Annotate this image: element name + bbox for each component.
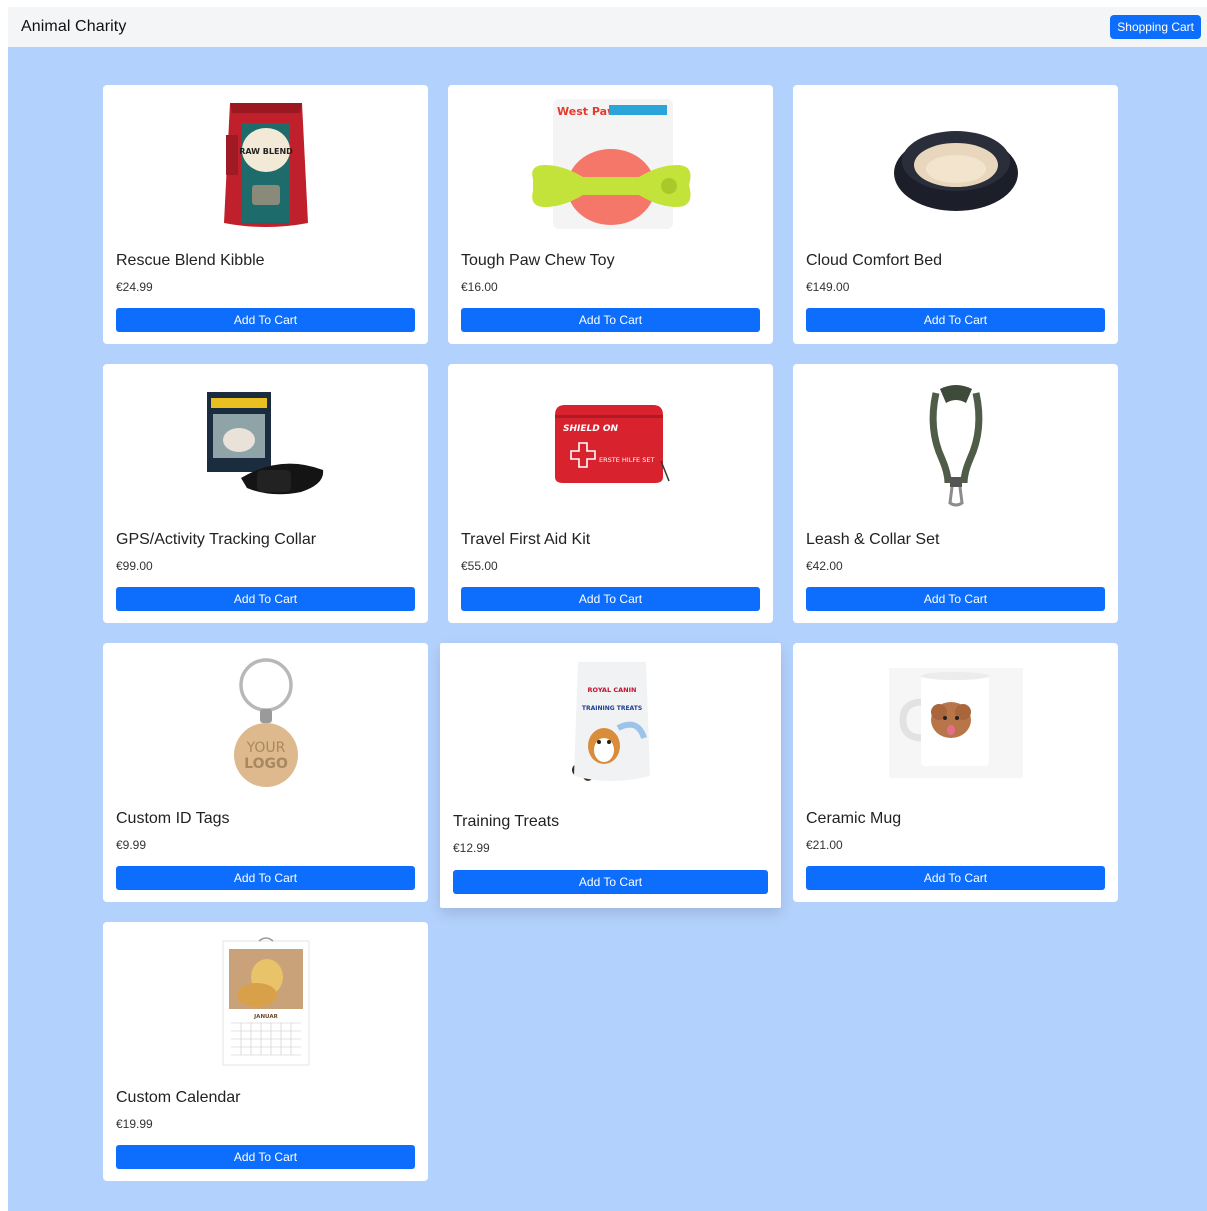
treats-brand-label: ROYAL CANIN [587,686,636,694]
kibble-label: RAW BLEND [239,147,293,156]
add-to-cart-button[interactable]: Add To Cart [806,866,1105,890]
first-aid-brand-label: SHIELD ON [563,424,619,434]
page-background: Animal Charity Shopping Cart RAW BLEND R… [8,7,1207,1211]
add-to-cart-button[interactable]: Add To Cart [116,308,415,332]
product-image [793,643,1118,803]
product-name: Travel First Aid Kit [461,531,591,548]
product-name: Custom Calendar [116,1089,241,1106]
product-image [793,85,1118,245]
add-to-cart-button[interactable]: Add To Cart [806,308,1105,332]
product-image: JANUAR [103,922,428,1082]
add-to-cart-button[interactable]: Add To Cart [461,587,760,611]
add-to-cart-button[interactable]: Add To Cart [116,587,415,611]
product-card: JANUAR Custom Calendar €19.99 Add To Car… [103,922,428,1181]
product-card: YOUR LOGO Custom ID Tags €9.99 Add To Ca… [103,643,428,902]
product-card: SHIELD ON ERSTE HILFE SET Travel First A… [448,364,773,623]
chew-toy-icon: West Paw [531,99,690,229]
product-image: YOUR LOGO [103,643,428,803]
add-to-cart-button[interactable]: Add To Cart [116,1145,415,1169]
product-name: GPS/Activity Tracking Collar [116,531,317,548]
product-card: West Paw Tough Paw Chew Toy €16.00 Add T… [448,85,773,344]
product-price: €9.99 [116,838,147,852]
first-aid-sub-label: ERSTE HILFE SET [599,456,654,464]
calendar-month-label: JANUAR [253,1014,278,1020]
calendar-icon: JANUAR [222,937,309,1066]
product-price: €55.00 [461,559,498,573]
add-to-cart-button[interactable]: Add To Cart [116,866,415,890]
product-card: RAW BLEND Rescue Blend Kibble €24.99 Add… [103,85,428,344]
product-price: €24.99 [116,280,153,294]
treats-label: TRAINING TREATS [581,705,641,712]
product-price: €21.00 [806,838,843,852]
shopping-cart-button[interactable]: Shopping Cart [1110,15,1201,39]
tag-logo-text-1: YOUR [245,740,285,756]
product-name: Ceramic Mug [806,810,902,827]
product-name: Leash & Collar Set [806,531,940,548]
product-image: West Paw [448,85,773,245]
product-image: RAW BLEND [103,85,428,245]
id-tag-icon: YOUR LOGO [233,658,298,787]
add-to-cart-button[interactable]: Add To Cart [806,587,1105,611]
product-name: Tough Paw Chew Toy [461,252,615,269]
product-price: €42.00 [806,559,843,573]
add-to-cart-button[interactable]: Add To Cart [453,870,768,894]
add-to-cart-button[interactable]: Add To Cart [461,308,760,332]
product-price: €149.00 [806,280,850,294]
mug-icon [888,668,1023,778]
product-image: SHIELD ON ERSTE HILFE SET [448,364,773,524]
product-name: Training Treats [453,813,560,830]
product-price: €19.99 [116,1117,153,1131]
leash-icon [929,385,982,507]
product-price: €12.99 [453,841,490,855]
product-price: €99.00 [116,559,153,573]
chew-brand-label: West Paw [557,105,617,118]
product-price: €16.00 [461,280,498,294]
pet-bed-icon [893,131,1018,211]
product-card: ROYAL CANIN TRAINING TREATS Training Tre… [440,643,781,908]
product-card: Leash & Collar Set €42.00 Add To Cart [793,364,1118,623]
product-name: Rescue Blend Kibble [116,252,265,269]
product-name: Cloud Comfort Bed [806,252,943,269]
product-image [103,364,428,524]
tag-logo-text-2: LOGO [244,756,288,772]
product-card: GPS/Activity Tracking Collar €99.00 Add … [103,364,428,623]
kibble-bag-icon: RAW BLEND [223,103,308,227]
product-image: ROYAL CANIN TRAINING TREATS [440,643,781,803]
product-name: Custom ID Tags [116,810,230,827]
brand-title[interactable]: Animal Charity [21,18,126,36]
navbar: Animal Charity Shopping Cart [8,7,1207,47]
product-image [793,364,1118,524]
treats-bag-icon: ROYAL CANIN TRAINING TREATS [571,662,650,781]
product-card: Cloud Comfort Bed €149.00 Add To Cart [793,85,1118,344]
product-card: Ceramic Mug €21.00 Add To Cart [793,643,1118,902]
gps-collar-icon [206,392,323,495]
first-aid-kit-icon: SHIELD ON ERSTE HILFE SET [554,405,670,483]
